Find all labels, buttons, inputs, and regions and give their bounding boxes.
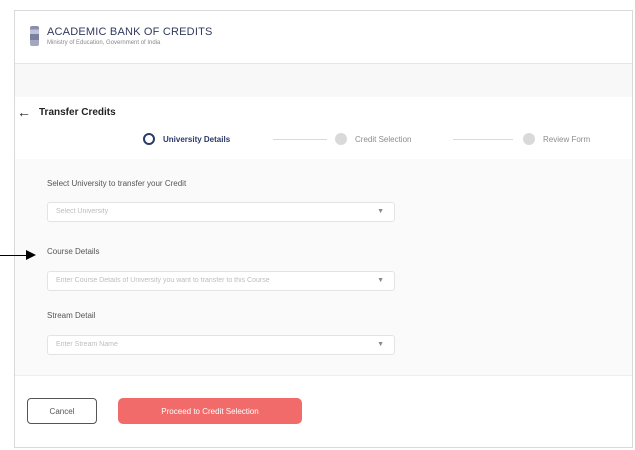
annotation-pointer-line <box>0 255 28 256</box>
chevron-down-icon: ▼ <box>377 208 384 215</box>
stream-select[interactable]: Enter Stream Name ▼ <box>47 335 395 355</box>
university-select[interactable]: Select University ▼ <box>47 202 395 222</box>
chevron-down-icon: ▼ <box>377 341 384 348</box>
step-3-indicator <box>523 133 535 145</box>
step-3-label: Review Form <box>543 135 591 144</box>
university-label: Select University to transfer your Credi… <box>47 179 187 188</box>
course-select[interactable]: Enter Course Details of University you w… <box>47 271 395 291</box>
top-header: ACADEMIC BANK OF CREDITS Ministry of Edu… <box>15 11 632 64</box>
progress-stepper: University Details Credit Selection Revi… <box>15 131 632 151</box>
step-1-indicator <box>143 133 155 145</box>
university-details-form: Select University to transfer your Credi… <box>15 159 632 375</box>
step-connector <box>273 139 327 140</box>
chevron-down-icon: ▼ <box>377 277 384 284</box>
emblem-logo-icon <box>30 26 39 46</box>
proceed-button[interactable]: Proceed to Credit Selection <box>118 398 302 424</box>
course-placeholder: Enter Course Details of University you w… <box>56 277 270 284</box>
cancel-button[interactable]: Cancel <box>27 398 97 424</box>
university-placeholder: Select University <box>56 208 109 215</box>
step-2-indicator <box>335 133 347 145</box>
header-spacer <box>15 64 632 100</box>
stream-label: Stream Detail <box>47 311 96 320</box>
step-1-label: University Details <box>163 135 231 144</box>
step-2-label: Credit Selection <box>355 135 412 144</box>
stream-placeholder: Enter Stream Name <box>56 341 118 348</box>
step-connector <box>453 139 513 140</box>
course-label: Course Details <box>47 247 100 256</box>
form-footer: Cancel Proceed to Credit Selection <box>15 375 632 447</box>
annotation-arrow-icon <box>26 250 36 260</box>
page-title: Transfer Credits <box>39 107 116 118</box>
brand-title: ACADEMIC BANK OF CREDITS <box>47 26 213 38</box>
brand-subtitle: Ministry of Education, Government of Ind… <box>47 40 161 46</box>
back-arrow-icon[interactable]: ← <box>17 105 31 119</box>
app-frame: ACADEMIC BANK OF CREDITS Ministry of Edu… <box>14 10 633 448</box>
